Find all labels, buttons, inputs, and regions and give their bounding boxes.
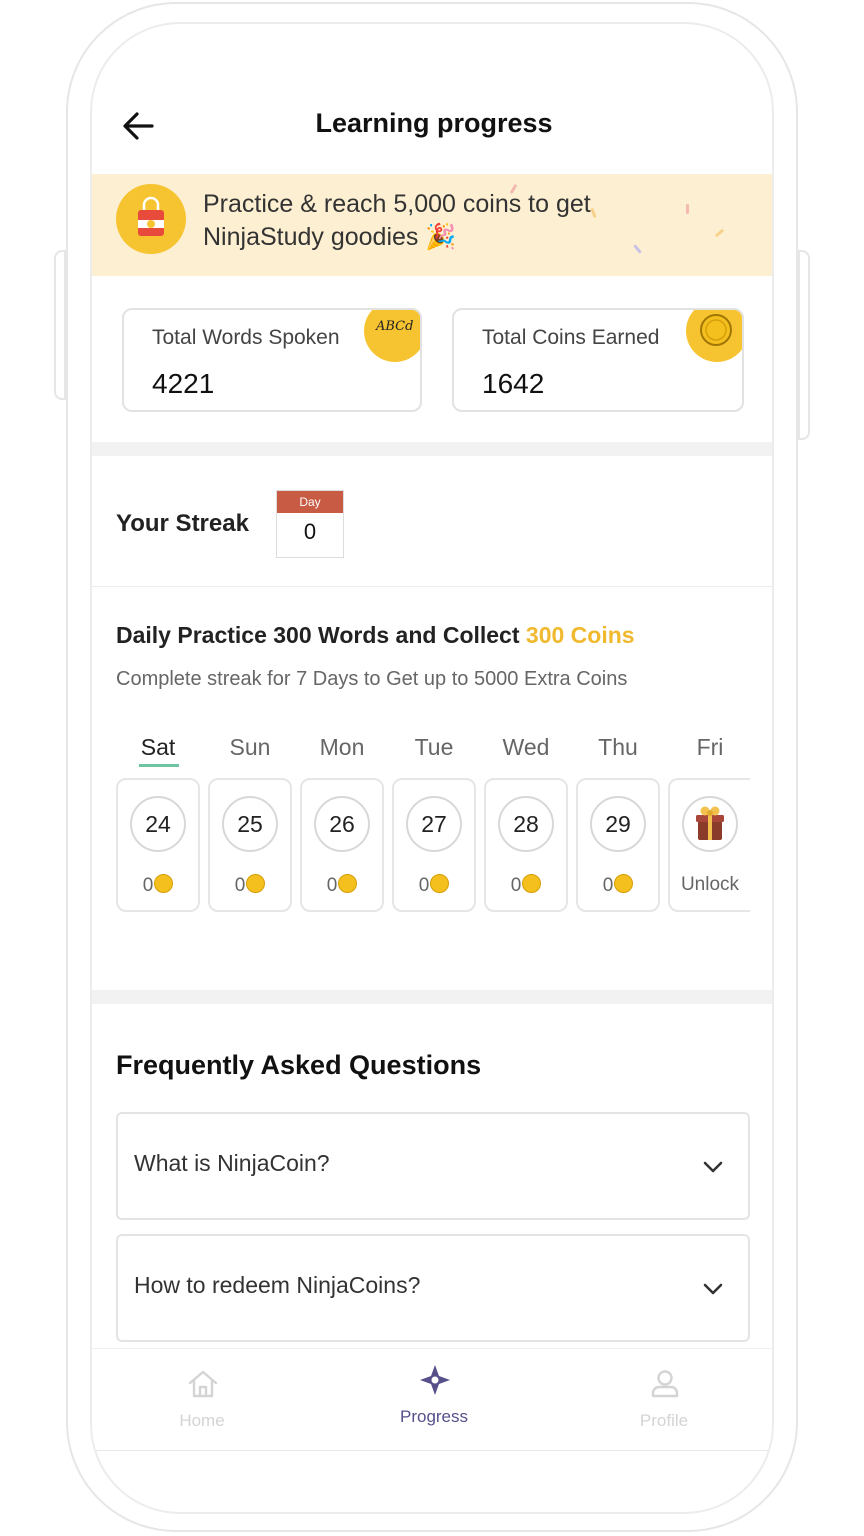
phone-side-button <box>54 250 66 400</box>
words-spoken-card: Total Words Spoken 4221 ABCd <box>122 308 422 412</box>
home-icon <box>188 1370 218 1398</box>
coin-icon <box>246 874 266 893</box>
nav-home-label: Home <box>179 1411 225 1430</box>
coins-earned-value: 1642 <box>482 368 545 399</box>
daily-practice-title: Daily Practice 300 Words and Collect 300… <box>116 622 635 649</box>
confetti-decoration <box>590 207 597 219</box>
coins-earned-card: Total Coins Earned 1642 <box>452 308 744 412</box>
day-name-thu: Thu <box>598 734 638 760</box>
day-coin-count: 0 <box>418 875 430 896</box>
day-coins: 0 <box>118 874 198 897</box>
faq-question: What is NinjaCoin? <box>134 1150 330 1176</box>
gold-coin-icon <box>686 310 742 362</box>
day-name-sun: Sun <box>229 734 271 760</box>
section-divider <box>92 442 772 456</box>
bottom-navigation: Home Progress Profile <box>92 1348 772 1451</box>
day-name-sat: Sat <box>140 734 176 760</box>
day-coin-count: 0 <box>602 875 614 896</box>
nav-profile[interactable]: Profile <box>594 1349 734 1449</box>
day-date: 27 <box>406 796 462 852</box>
chevron-down-icon <box>703 1283 723 1295</box>
daily-title-text: Daily Practice 300 Words and Collect <box>116 622 526 648</box>
daily-title-coins: 300 Coins <box>525 622 635 648</box>
home-indicator-divider <box>92 1450 772 1451</box>
divider-line <box>92 586 772 587</box>
day-card-wed[interactable]: 28 0 <box>484 778 568 912</box>
day-name-wed: Wed <box>502 734 550 760</box>
app-screen: Learning progress Practice & reach 5,000… <box>90 22 774 1514</box>
day-coin-count: 0 <box>142 875 154 896</box>
abc-badge-text: ABCd <box>375 319 413 334</box>
faq-question: How to redeem NinjaCoins? <box>134 1272 421 1298</box>
streak-label: Your Streak <box>116 510 249 537</box>
faq-item-what-is-ninjacoin[interactable]: What is NinjaCoin? <box>116 1112 750 1220</box>
day-card-sun[interactable]: 25 0 <box>208 778 292 912</box>
section-divider <box>92 990 772 1004</box>
day-coins: 0 <box>394 874 474 897</box>
chevron-down-icon <box>703 1161 723 1173</box>
day-name-tue: Tue <box>414 734 454 760</box>
nav-progress[interactable]: Progress <box>364 1349 504 1449</box>
day-coins: 0 <box>210 874 290 897</box>
coin-icon <box>522 874 542 893</box>
day-coin-count: 0 <box>234 875 246 896</box>
day-card-tue[interactable]: 27 0 <box>392 778 476 912</box>
day-date: 26 <box>314 796 370 852</box>
page-title: Learning progress <box>315 108 553 138</box>
nav-progress-label: Progress <box>399 1407 469 1426</box>
abc-writing-icon: ABCd <box>364 310 420 362</box>
streak-day-count: 0 <box>303 519 317 544</box>
day-coins: 0 <box>578 874 658 897</box>
day-card-thu[interactable]: 29 0 <box>576 778 660 912</box>
nav-profile-label: Profile <box>639 1411 689 1430</box>
day-date: 28 <box>498 796 554 852</box>
day-card-mon[interactable]: 26 0 <box>300 778 384 912</box>
banner-text: Practice & reach 5,000 coins to get Ninj… <box>203 188 591 254</box>
shopping-bag-icon <box>116 184 186 254</box>
user-icon <box>651 1370 679 1398</box>
day-card-sat[interactable]: 24 0 <box>116 778 200 912</box>
banner-line-2: NinjaStudy goodies 🎉 <box>203 223 457 251</box>
faq-item-how-to-redeem[interactable]: How to redeem NinjaCoins? <box>116 1234 750 1342</box>
nav-home[interactable]: Home <box>132 1349 272 1449</box>
words-spoken-value: 4221 <box>152 368 215 399</box>
top-header: Learning progress <box>92 94 772 158</box>
day-date: 29 <box>590 796 646 852</box>
faq-title: Frequently Asked Questions <box>116 1050 482 1080</box>
calendar-icon: Day 0 <box>276 490 344 558</box>
day-date: 24 <box>130 796 186 852</box>
day-coins: 0 <box>486 874 566 897</box>
day-card-fri-reward[interactable]: Unlock <box>668 778 750 912</box>
day-name-fri: Fri <box>696 734 724 760</box>
coin-icon <box>614 874 634 893</box>
confetti-decoration <box>633 244 642 254</box>
active-day-underline <box>139 764 179 767</box>
calendar-header: Day <box>277 491 343 513</box>
coin-icon <box>430 874 450 893</box>
coin-icon <box>338 874 358 893</box>
unlock-label: Unlock <box>680 874 740 895</box>
confetti-decoration <box>686 204 689 214</box>
day-name-mon: Mon <box>319 734 365 760</box>
day-date: 25 <box>222 796 278 852</box>
words-spoken-label: Total Words Spoken <box>152 326 340 349</box>
coin-icon <box>154 874 174 893</box>
coins-earned-label: Total Coins Earned <box>482 326 660 349</box>
day-coins: 0 <box>302 874 382 897</box>
shuriken-icon <box>420 1365 450 1395</box>
phone-side-button <box>798 250 810 440</box>
confetti-decoration <box>714 228 725 238</box>
gift-box-icon <box>682 796 738 852</box>
daily-practice-subtitle: Complete streak for 7 Days to Get up to … <box>116 668 628 690</box>
day-coin-count: 0 <box>326 875 338 896</box>
day-coin-count: 0 <box>510 875 522 896</box>
goodies-banner[interactable]: Practice & reach 5,000 coins to get Ninj… <box>92 174 772 276</box>
banner-line-1: Practice & reach 5,000 coins to get <box>203 190 591 218</box>
